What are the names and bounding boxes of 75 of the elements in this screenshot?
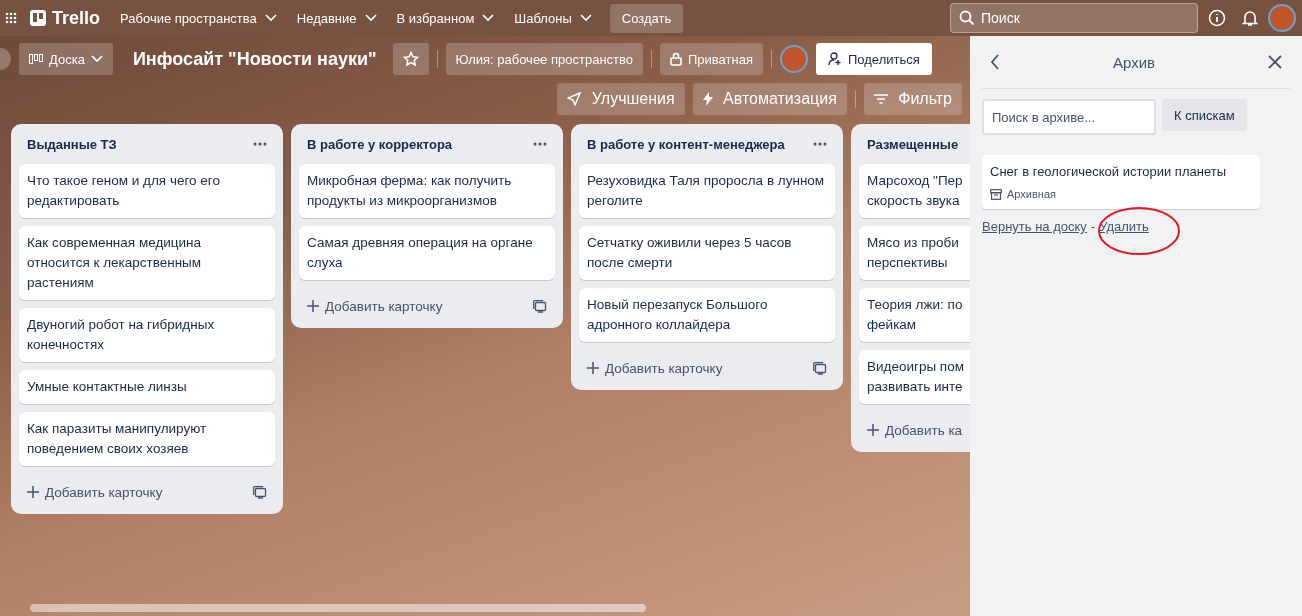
lightning-icon — [702, 92, 713, 106]
list-title[interactable]: Размещенные — [867, 136, 959, 152]
board-logo-icon — [30, 10, 46, 26]
link-separator: - — [1090, 219, 1096, 234]
card[interactable]: Мясо из проби перспективы — [859, 226, 970, 280]
bell-icon[interactable] — [1242, 9, 1258, 27]
list-title[interactable]: Выданные ТЗ — [27, 136, 117, 152]
horizontal-scrollbar[interactable] — [30, 604, 646, 612]
lock-icon — [670, 52, 682, 66]
add-card-button[interactable]: Добавить карточку — [27, 484, 163, 500]
share-button[interactable]: Поделиться — [815, 43, 932, 75]
panel-title: Архив — [1113, 53, 1155, 71]
plus-icon — [27, 486, 39, 498]
card[interactable]: Видеоигры пом развивать инте — [859, 350, 970, 404]
add-card-button[interactable]: Добавить карточку — [587, 360, 723, 376]
more-options-icon[interactable] — [813, 142, 827, 146]
board-view-icon — [29, 54, 43, 64]
chevron-down-icon — [90, 55, 103, 63]
card[interactable]: Как современная медицина относится к лекарственным растениям — [19, 226, 275, 300]
nav-menu[interactable]: Недавние — [288, 4, 385, 32]
board-title[interactable]: Инфосайт "Новости науки" — [132, 48, 377, 70]
list-title[interactable]: В работе у корректора — [307, 136, 453, 152]
chevron-down-icon — [364, 14, 377, 22]
info-icon[interactable] — [1208, 9, 1226, 27]
logo-text: Trello — [52, 7, 100, 29]
card[interactable]: Умные контактные линзы — [19, 370, 275, 404]
card[interactable]: Что такое геном и для чего его редактировать — [19, 164, 275, 218]
restore-link[interactable]: Вернуть на доску — [982, 219, 1087, 234]
star-icon — [402, 51, 419, 67]
card[interactable]: Марсоход "Пер скорость звука — [859, 164, 970, 218]
chevron-down-icon — [482, 14, 495, 22]
card[interactable]: Резуховидка Таля проросла в лунном реголите — [579, 164, 835, 218]
apps-grid-icon[interactable] — [5, 12, 17, 24]
add-card-button[interactable]: Добавить карточку — [307, 298, 443, 314]
card[interactable]: Теория лжи: по фейкам — [859, 288, 970, 342]
more-options-icon[interactable] — [253, 142, 267, 146]
card[interactable]: Новый перезапуск Большого адронного коллайдера — [579, 288, 835, 342]
add-card-button[interactable]: Добавить ка — [867, 422, 963, 438]
template-icon[interactable] — [813, 361, 827, 375]
chevron-down-icon — [264, 14, 277, 22]
add-person-icon — [827, 52, 842, 66]
delete-link[interactable]: Удалить — [1099, 219, 1149, 234]
visibility-button[interactable]: Приватная — [660, 43, 763, 75]
archive-box-icon — [990, 188, 1002, 200]
view-switcher[interactable]: Доска — [19, 43, 113, 75]
card[interactable]: Самая древняя операция на органе слуха — [299, 226, 555, 280]
plus-icon — [307, 300, 319, 312]
star-button[interactable] — [392, 43, 429, 75]
archive-search-field[interactable]: Поиск в архиве... — [982, 99, 1156, 135]
card[interactable]: Микробная ферма: как получить продукты из микроорганизмов — [299, 164, 555, 218]
plus-icon — [587, 362, 599, 374]
template-icon[interactable] — [533, 299, 547, 313]
rocket-icon — [567, 92, 582, 106]
card[interactable]: Сетчатку оживили через 5 часов после смерти — [579, 226, 835, 280]
user-avatar[interactable] — [1268, 4, 1296, 32]
card-title: Снег в геологической истории планеты — [990, 163, 1227, 181]
template-icon[interactable] — [253, 485, 267, 499]
nav-menu[interactable]: Шаблоны — [506, 4, 600, 32]
board-action-button[interactable]: Улучшения — [557, 83, 685, 115]
filter-icon — [873, 94, 888, 104]
card[interactable]: Как паразиты манипулируют поведением своих хозяев — [19, 412, 275, 466]
workspace-button[interactable]: Юлия: рабочее пространство — [445, 43, 643, 75]
search-icon — [959, 10, 975, 26]
archived-card[interactable]: Снег в геологической истории планеты Архивная — [982, 155, 1260, 209]
switch-to-lists-button[interactable]: К спискам — [1162, 99, 1247, 131]
more-options-icon[interactable] — [533, 142, 547, 146]
card[interactable]: Двуногий робот на гибридных конечностях — [19, 308, 275, 362]
create-button[interactable]: Создать — [609, 3, 684, 33]
nav-menu[interactable]: В избранном — [388, 4, 503, 32]
chevron-down-icon — [579, 14, 592, 22]
archived-label: Архивная — [1007, 188, 1056, 200]
list-title[interactable]: В работе у контент-менеджера — [587, 136, 785, 152]
plus-icon — [867, 424, 879, 436]
nav-menu[interactable]: Рабочие пространства — [112, 4, 285, 32]
trello-logo[interactable]: Trello — [26, 7, 108, 29]
